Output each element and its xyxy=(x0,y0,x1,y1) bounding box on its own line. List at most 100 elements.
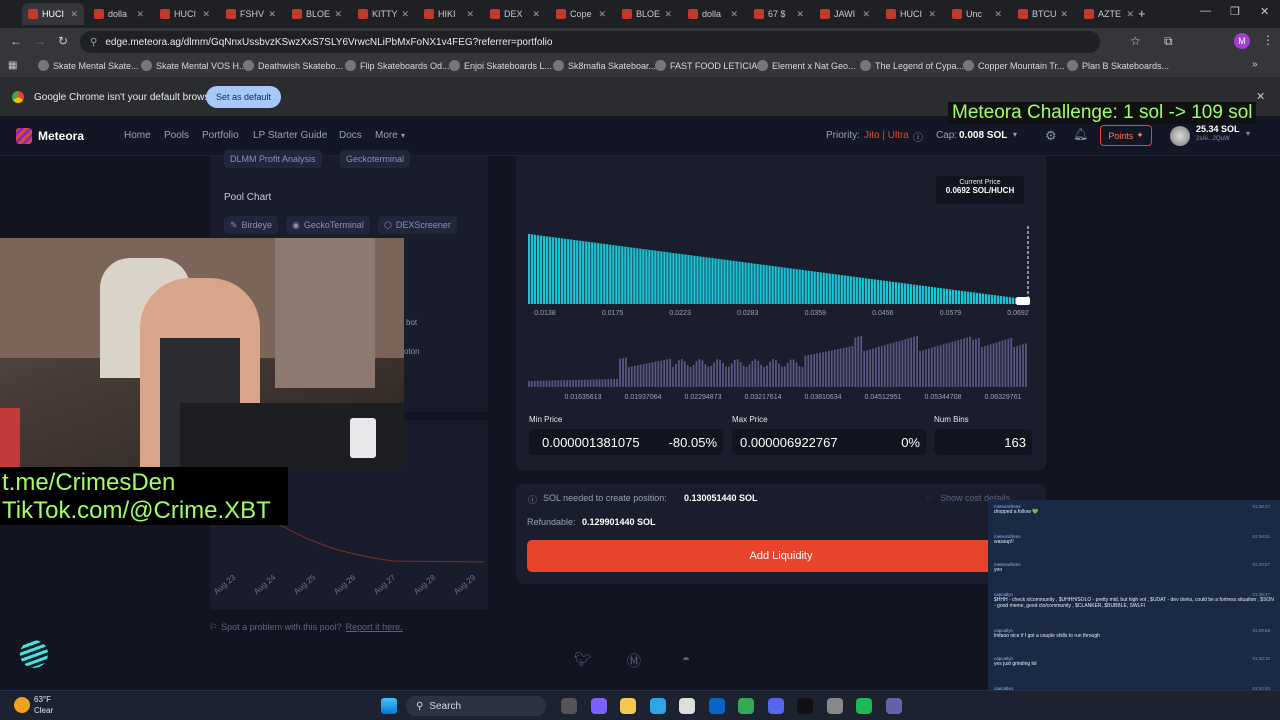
tab-close-icon[interactable]: ✕ xyxy=(402,9,410,20)
outlook-icon[interactable] xyxy=(708,698,725,714)
tab-close-icon[interactable]: ✕ xyxy=(268,9,276,20)
discord-icon[interactable] xyxy=(767,698,784,714)
add-liquidity-button[interactable]: Add Liquidity xyxy=(527,540,1035,572)
more-bookmarks-icon[interactable]: » xyxy=(1252,59,1258,70)
nav-home[interactable]: Home xyxy=(124,130,151,141)
wallet-avatar[interactable] xyxy=(1170,126,1190,146)
tiktok-icon[interactable] xyxy=(797,698,813,714)
bookmark-item[interactable]: Skate Mental VOS H... xyxy=(141,60,247,71)
logo-text[interactable]: Meteora xyxy=(38,129,84,143)
geckoterminal-link[interactable]: ◉ GeckoTerminal xyxy=(286,216,370,234)
site-info-icon[interactable]: ⚲ xyxy=(90,37,97,48)
minimize-icon[interactable]: — xyxy=(1200,5,1211,17)
priority-value[interactable]: Jito | Ultra xyxy=(864,130,909,141)
tab-close-icon[interactable]: ✕ xyxy=(796,9,804,20)
nav-more[interactable]: More xyxy=(375,130,398,141)
browser-tab[interactable]: dolla ✕ xyxy=(88,3,150,25)
browser-tab[interactable]: dolla ✕ xyxy=(682,3,744,25)
edge-icon[interactable] xyxy=(649,698,666,714)
spotify-icon[interactable] xyxy=(856,698,872,714)
folder-icon[interactable] xyxy=(620,698,636,714)
tab-close-icon[interactable]: ✕ xyxy=(598,9,606,20)
copilot-icon[interactable] xyxy=(590,698,607,714)
back-icon[interactable]: ← xyxy=(10,34,22,48)
bookmark-item[interactable]: Enjoi Skateboards L... xyxy=(449,60,552,71)
bookmark-item[interactable]: FAST FOOD LETICIA... xyxy=(655,60,765,71)
nav-docs[interactable]: Docs xyxy=(339,130,362,141)
bookmark-item[interactable]: Element x Nat Geo... xyxy=(757,60,856,71)
wallet-chevron-icon[interactable]: ▾ xyxy=(1246,129,1250,138)
bookmark-item[interactable]: Flip Skateboards Od... xyxy=(345,60,450,71)
close-infobar-icon[interactable]: ✕ xyxy=(1256,90,1265,103)
tab-close-icon[interactable]: ✕ xyxy=(862,9,870,20)
birdeye-link[interactable]: ✎ Birdeye xyxy=(224,216,279,234)
browser-tab[interactable]: DEX ✕ xyxy=(484,3,546,25)
medium-icon[interactable]: Ⓜ xyxy=(626,651,642,669)
browser-tab[interactable]: FSHV ✕ xyxy=(220,3,282,25)
store-icon[interactable] xyxy=(679,698,695,714)
close-window-icon[interactable]: ✕ xyxy=(1260,5,1269,18)
min-price-input[interactable]: 0.000001381075 -80.05% xyxy=(529,429,723,455)
taskbar-search[interactable]: ⚲ Search xyxy=(406,696,546,716)
file-explorer-icon[interactable] xyxy=(561,698,577,714)
settings-gear-icon[interactable]: ⚙ xyxy=(1045,128,1057,144)
cap-value[interactable]: 0.008 SOL xyxy=(959,130,1007,141)
browser-tab[interactable]: AZTE ✕ xyxy=(1078,3,1140,25)
chrome-icon[interactable] xyxy=(738,698,754,714)
tab-close-icon[interactable]: ✕ xyxy=(334,9,342,20)
browser-tab[interactable]: KITTY ✕ xyxy=(352,3,414,25)
dexscreener-link[interactable]: ⬡ DEXScreener xyxy=(378,216,457,234)
report-link[interactable]: Report it here. xyxy=(346,622,403,633)
bookmark-item[interactable]: Plan B Skateboards... xyxy=(1067,60,1169,71)
tab-close-icon[interactable]: ✕ xyxy=(532,9,540,20)
bookmark-item[interactable]: The Legend of Cypa... xyxy=(860,60,964,71)
windows-start-icon[interactable] xyxy=(381,698,397,714)
browser-tab[interactable]: HUCI ✕ xyxy=(880,3,942,25)
new-tab-icon[interactable]: + xyxy=(1138,6,1146,21)
profit-analysis-chip[interactable]: DLMM Profit Analysis xyxy=(224,150,322,168)
maximize-icon[interactable]: ❐ xyxy=(1230,5,1240,18)
steam-icon[interactable] xyxy=(826,698,843,714)
tab-close-icon[interactable]: ✕ xyxy=(994,9,1002,20)
tab-close-icon[interactable]: ✕ xyxy=(202,9,210,20)
profile-avatar[interactable]: M xyxy=(1234,33,1250,49)
tab-close-icon[interactable]: ✕ xyxy=(928,9,936,20)
nav-portfolio[interactable]: Portfolio xyxy=(202,130,239,141)
tab-close-icon[interactable]: ✕ xyxy=(1126,9,1134,20)
tab-close-icon[interactable]: ✕ xyxy=(1061,9,1069,20)
notification-bell-icon[interactable]: 🔔︎ xyxy=(1073,127,1088,141)
num-bins-input[interactable]: 163 xyxy=(934,429,1032,455)
bookmark-star-icon[interactable]: ☆ xyxy=(1130,34,1141,48)
extensions-icon[interactable]: ⧉ xyxy=(1164,34,1173,49)
bookmark-item[interactable]: Copper Mountain Tr... xyxy=(963,60,1065,71)
bookmark-item[interactable]: Sk8mafia Skateboar... xyxy=(553,60,656,71)
nav-lp-starter-guide[interactable]: LP Starter Guide xyxy=(253,130,327,141)
set-default-button[interactable]: Set as default xyxy=(206,86,281,108)
tab-close-icon[interactable]: ✕ xyxy=(466,9,474,20)
browser-tab[interactable]: BLOE ✕ xyxy=(616,3,678,25)
reload-icon[interactable]: ↻ xyxy=(58,34,68,48)
browser-tab[interactable]: BLOE ✕ xyxy=(286,3,348,25)
discord-icon[interactable]: ◓ xyxy=(678,651,694,667)
bookmark-item[interactable]: Skate Mental Skate... xyxy=(38,60,139,71)
browser-tab[interactable]: Cope ✕ xyxy=(550,3,612,25)
teams-icon[interactable] xyxy=(885,698,902,714)
url-input[interactable]: ⚲ edge.meteora.ag/dlmm/GqNnxUssbvzKSwzXx… xyxy=(80,31,1100,53)
browser-tab[interactable]: Unc ✕ xyxy=(946,3,1008,25)
menu-icon[interactable]: ⋮ xyxy=(1262,33,1274,47)
apps-icon[interactable]: ▦ xyxy=(8,60,17,71)
browser-tab[interactable]: HUCI ✕ xyxy=(154,3,216,25)
browser-tab[interactable]: JAWI ✕ xyxy=(814,3,876,25)
twitter-icon[interactable]: 🐦︎ xyxy=(574,651,592,667)
browser-tab[interactable]: HUCI ✕ xyxy=(22,3,84,25)
geckoterminal-top-chip[interactable]: Geckoterminal xyxy=(340,150,411,168)
browser-tab[interactable]: BTCU ✕ xyxy=(1012,3,1074,25)
browser-tab[interactable]: HIKI ✕ xyxy=(418,3,480,25)
bookmark-item[interactable]: Deathwish Skatebo... xyxy=(243,60,343,71)
max-price-input[interactable]: 0.000006922767 0% xyxy=(732,429,926,455)
browser-tab[interactable]: 67 $ ✕ xyxy=(748,3,810,25)
tab-close-icon[interactable]: ✕ xyxy=(136,9,144,20)
tab-close-icon[interactable]: ✕ xyxy=(730,9,738,20)
points-button[interactable]: Points ✦ xyxy=(1100,125,1152,146)
price-range-handle[interactable] xyxy=(1016,297,1030,305)
